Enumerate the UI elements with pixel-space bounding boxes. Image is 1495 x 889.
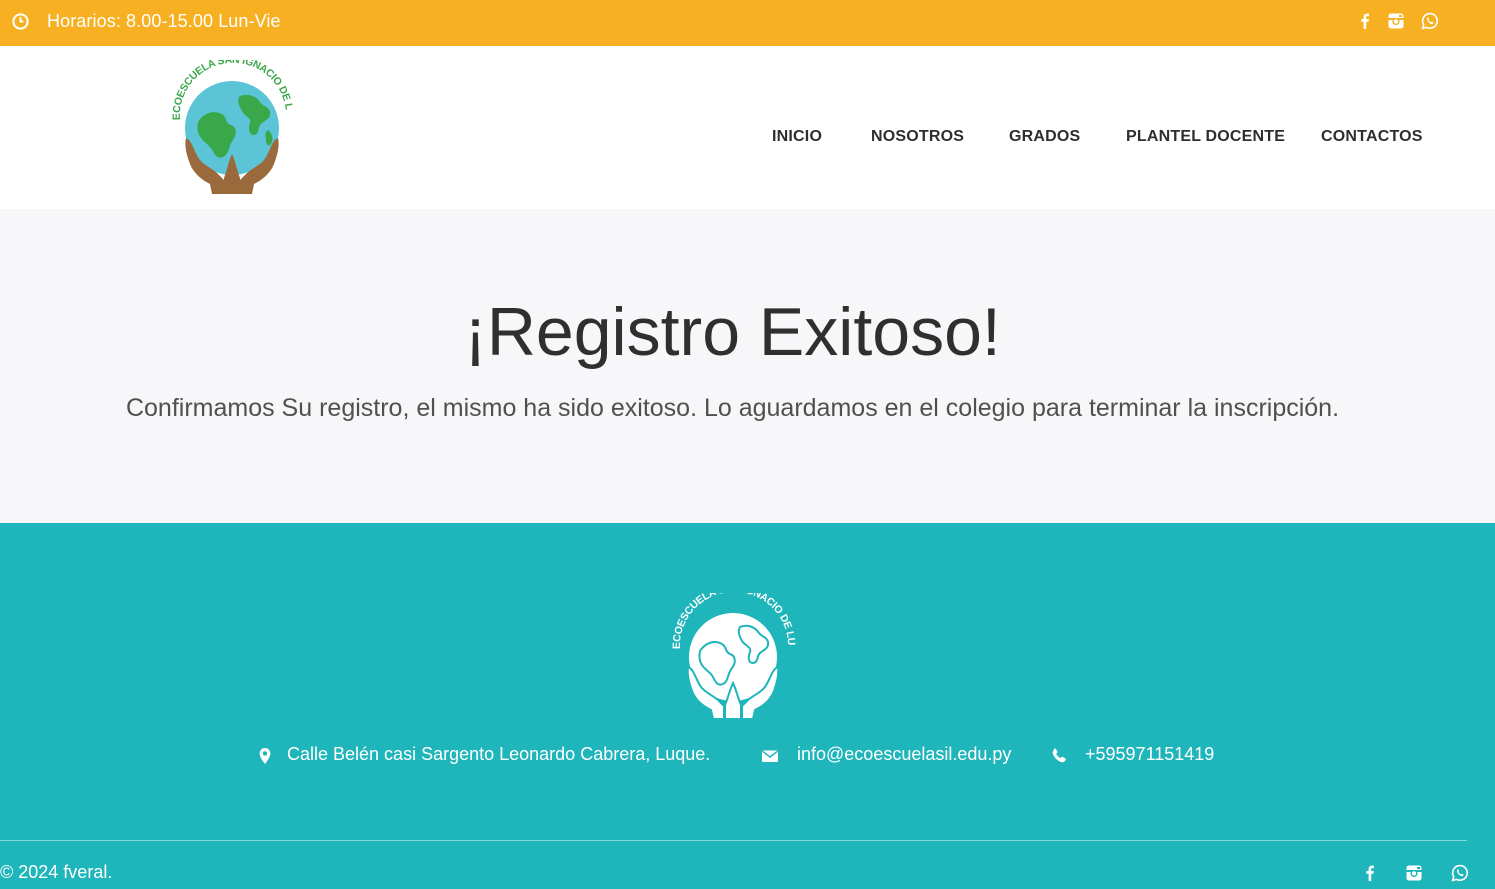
- facebook-icon[interactable]: [1356, 12, 1374, 30]
- footer-email[interactable]: info@ecoescuelasil.edu.py: [797, 744, 1011, 765]
- confirmation-section: ¡Registro Exitoso! Confirmamos Su regist…: [0, 209, 1495, 523]
- copyright-text: © 2024 fveral.: [0, 862, 113, 882]
- instagram-icon[interactable]: [1387, 12, 1405, 30]
- business-hours: Horarios: 8.00-15.00 Lun-Vie: [47, 11, 281, 31]
- nav-contactos[interactable]: CONTACTOS: [1321, 128, 1423, 146]
- footer-divider: [0, 840, 1467, 841]
- map-marker-icon: [259, 748, 271, 764]
- phone-icon: [1052, 748, 1066, 763]
- site-header: ECOESCUELA SAN IGNACIO DE LUQUE INICIO N…: [0, 46, 1495, 209]
- footer-facebook-icon[interactable]: [1361, 864, 1379, 882]
- footer-logo: ECOESCUELA SAN IGNACIO DE LUQUE: [670, 593, 796, 720]
- confirmation-message: Confirmamos Su registro, el mismo ha sid…: [125, 394, 1340, 422]
- school-logo[interactable]: ECOESCUELA SAN IGNACIO DE LUQUE: [168, 60, 296, 194]
- footer-phone[interactable]: +595971151419: [1085, 744, 1214, 765]
- footer-address: Calle Belén casi Sargento Leonardo Cabre…: [287, 744, 711, 764]
- footer-whatsapp-icon[interactable]: [1451, 864, 1469, 882]
- top-bar: Horarios: 8.00-15.00 Lun-Vie: [0, 0, 1495, 46]
- envelope-icon: [762, 750, 778, 762]
- nav-plantel-docente[interactable]: PLANTEL DOCENTE: [1126, 128, 1285, 146]
- nav-nosotros[interactable]: NOSOTROS: [871, 128, 964, 146]
- footer-instagram-icon[interactable]: [1405, 864, 1423, 882]
- page-title: ¡Registro Exitoso!: [464, 294, 1001, 370]
- whatsapp-icon[interactable]: [1421, 12, 1439, 30]
- clock-icon: [12, 13, 29, 30]
- nav-grados[interactable]: GRADOS: [1009, 128, 1080, 146]
- nav-inicio[interactable]: INICIO: [772, 128, 822, 146]
- site-footer: ECOESCUELA SAN IGNACIO DE LUQUE Calle Be…: [0, 523, 1495, 889]
